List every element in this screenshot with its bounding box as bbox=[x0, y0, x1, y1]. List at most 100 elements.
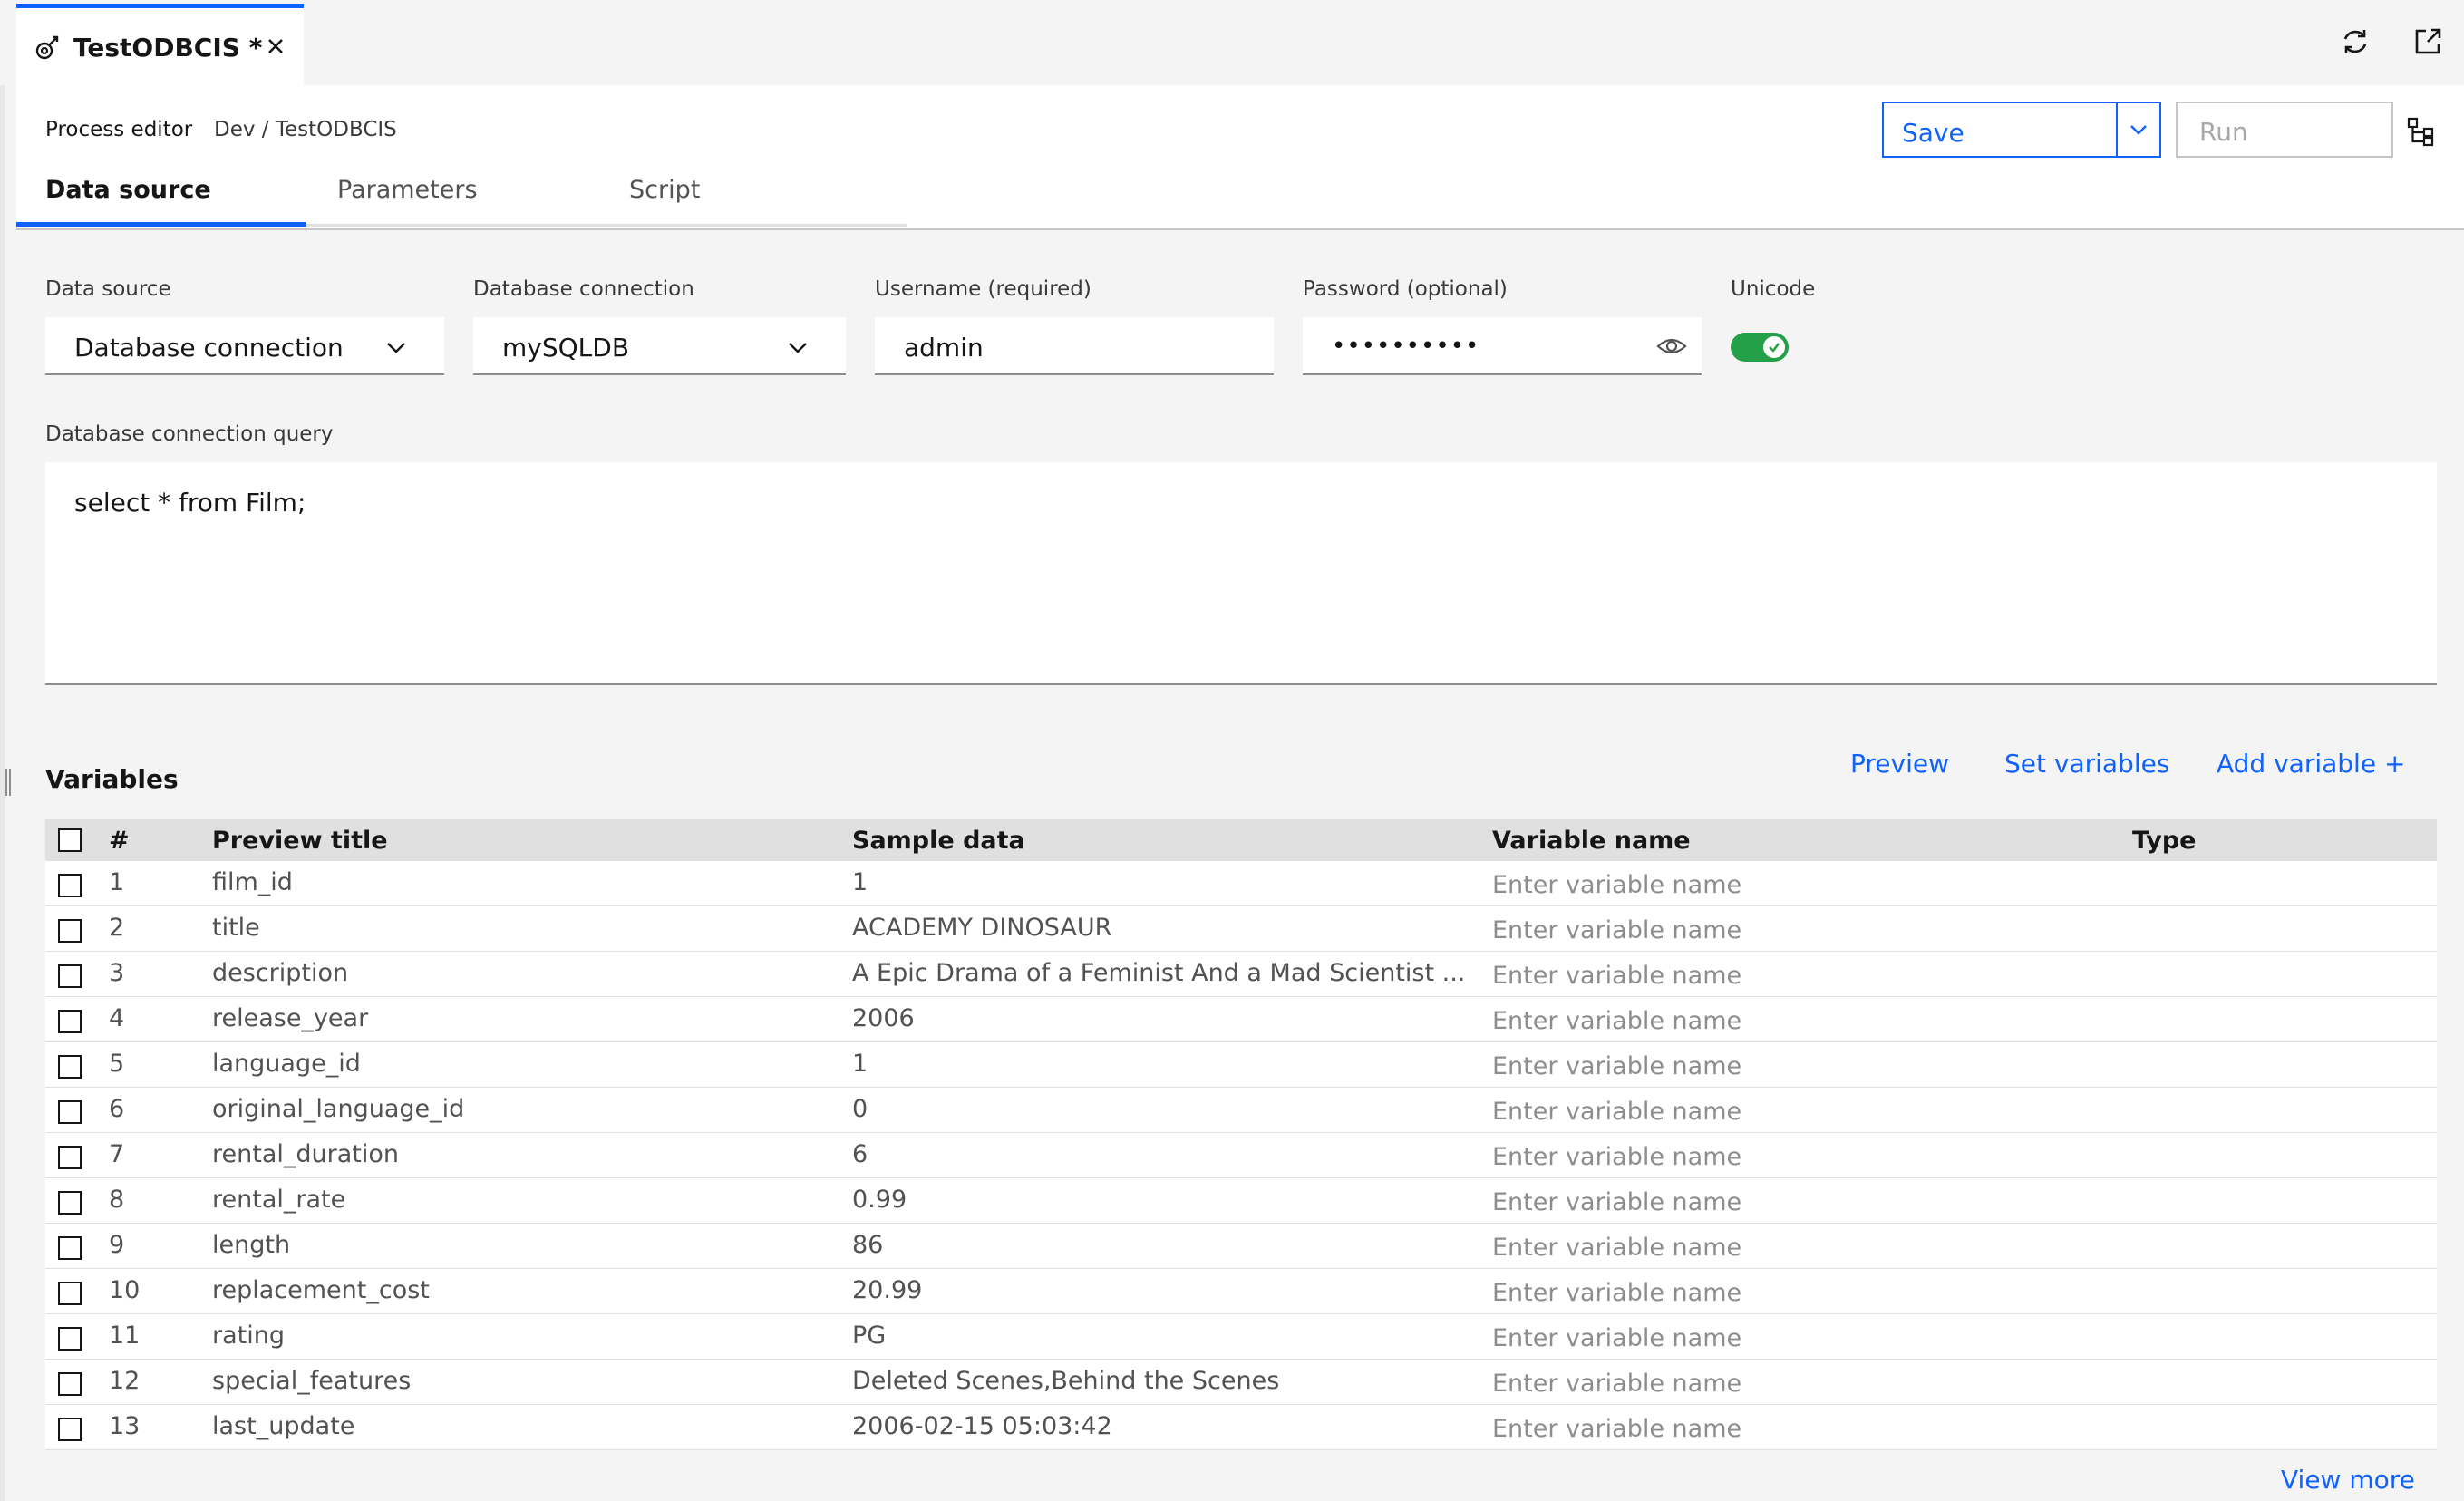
username-value: admin bbox=[904, 333, 984, 363]
tabs-divider bbox=[306, 224, 907, 227]
row-number: 3 bbox=[109, 959, 125, 987]
eye-icon[interactable] bbox=[1656, 333, 1687, 360]
unicode-toggle[interactable] bbox=[1731, 333, 1789, 362]
row-preview-title: film_id bbox=[212, 868, 293, 896]
query-label: Database connection query bbox=[45, 422, 334, 446]
table-row[interactable]: 5 language_id 1 Enter variable name bbox=[45, 1042, 2437, 1088]
tab-data-source-label[interactable]: Data source bbox=[45, 176, 211, 227]
row-number: 10 bbox=[109, 1276, 141, 1304]
active-tab-indicator bbox=[16, 222, 306, 227]
row-preview-title: rental_rate bbox=[212, 1186, 346, 1214]
row-sample-data: 2006 bbox=[852, 1004, 915, 1032]
row-checkbox[interactable] bbox=[58, 1055, 82, 1079]
row-sample-data: A Epic Drama of a Feminist And a Mad Sci… bbox=[852, 959, 1466, 987]
variable-name-input[interactable]: Enter variable name bbox=[1492, 916, 1741, 944]
variable-name-input[interactable]: Enter variable name bbox=[1492, 1279, 1741, 1307]
variable-name-input[interactable]: Enter variable name bbox=[1492, 1234, 1741, 1262]
variables-table: # Preview title Sample data Variable nam… bbox=[45, 819, 2437, 1450]
variable-name-input[interactable]: Enter variable name bbox=[1492, 962, 1741, 990]
table-row[interactable]: 10 replacement_cost 20.99 Enter variable na… bbox=[45, 1269, 2437, 1314]
chevron-down-icon[interactable] bbox=[2127, 118, 2150, 141]
panel-splitter-handle[interactable] bbox=[5, 769, 11, 796]
row-checkbox[interactable] bbox=[58, 1418, 82, 1441]
row-checkbox[interactable] bbox=[58, 1191, 82, 1215]
row-sample-data: 0 bbox=[852, 1095, 868, 1123]
query-textarea[interactable]: select * from Film; bbox=[45, 462, 2437, 685]
table-row[interactable]: 11 rating PG Enter variable name bbox=[45, 1314, 2437, 1360]
variable-name-input[interactable]: Enter variable name bbox=[1492, 1324, 1741, 1352]
left-edge-bar bbox=[0, 85, 5, 1501]
table-row[interactable]: 9 length 86 Enter variable name bbox=[45, 1224, 2437, 1269]
tab-strip: TestODBCIS * bbox=[0, 0, 2464, 85]
row-checkbox[interactable] bbox=[58, 1327, 82, 1351]
col-variable-name[interactable]: Variable name bbox=[1492, 827, 1691, 855]
row-number: 4 bbox=[109, 1004, 125, 1032]
table-row[interactable]: 12 special_features Deleted Scenes,Behind … bbox=[45, 1360, 2437, 1405]
save-split-divider bbox=[2116, 103, 2118, 156]
db-connection-select[interactable]: mySQLDB bbox=[473, 317, 846, 375]
row-preview-title: title bbox=[212, 914, 260, 942]
row-number: 2 bbox=[109, 914, 125, 942]
table-row[interactable]: 7 rental_duration 6 Enter variable name bbox=[45, 1133, 2437, 1178]
add-variable-link[interactable]: Add variable + bbox=[2217, 749, 2405, 779]
row-preview-title: rental_duration bbox=[212, 1140, 399, 1168]
data-source-label: Data source bbox=[45, 277, 171, 301]
set-variables-link[interactable]: Set variables bbox=[2004, 749, 2169, 779]
row-preview-title: special_features bbox=[212, 1367, 412, 1395]
row-sample-data: 86 bbox=[852, 1231, 884, 1259]
table-row[interactable]: 6 original_language_id 0 Enter variable nam… bbox=[45, 1088, 2437, 1133]
variable-name-input[interactable]: Enter variable name bbox=[1492, 871, 1741, 899]
row-number: 6 bbox=[109, 1095, 125, 1123]
tab-parameters[interactable]: Parameters bbox=[337, 176, 478, 227]
row-checkbox[interactable] bbox=[58, 1372, 82, 1396]
tab-script[interactable]: Script bbox=[629, 176, 700, 227]
save-button[interactable]: Save bbox=[1882, 102, 2161, 158]
table-row[interactable]: 13 last_update 2006-02-15 05:03:42 Enter va… bbox=[45, 1405, 2437, 1450]
table-row[interactable]: 2 title ACADEMY DINOSAUR Enter variable nam… bbox=[45, 906, 2437, 952]
col-preview-title[interactable]: Preview title bbox=[212, 827, 388, 855]
variable-name-input[interactable]: Enter variable name bbox=[1492, 1143, 1741, 1171]
table-row[interactable]: 8 rental_rate 0.99 Enter variable name bbox=[45, 1178, 2437, 1224]
row-checkbox[interactable] bbox=[58, 1236, 82, 1260]
data-source-select[interactable]: Database connection bbox=[45, 317, 444, 375]
col-type[interactable]: Type bbox=[2132, 827, 2196, 855]
run-button-label: Run bbox=[2199, 117, 2248, 147]
select-all-checkbox[interactable] bbox=[58, 828, 82, 852]
password-input[interactable]: •••••••••• bbox=[1303, 317, 1702, 375]
variable-name-input[interactable]: Enter variable name bbox=[1492, 1370, 1741, 1398]
open-external-icon[interactable] bbox=[2410, 24, 2446, 60]
row-checkbox[interactable] bbox=[58, 964, 82, 988]
breadcrumb[interactable]: Dev / TestODBCIS bbox=[214, 118, 397, 141]
db-connection-value: mySQLDB bbox=[502, 333, 630, 363]
col-sample-data[interactable]: Sample data bbox=[852, 827, 1025, 855]
row-sample-data: 2006-02-15 05:03:42 bbox=[852, 1412, 1112, 1440]
process-icon bbox=[35, 35, 59, 60]
tree-view-icon[interactable] bbox=[2406, 116, 2437, 147]
variable-name-input[interactable]: Enter variable name bbox=[1492, 1052, 1741, 1080]
row-checkbox[interactable] bbox=[58, 919, 82, 943]
username-input[interactable]: admin bbox=[875, 317, 1274, 375]
variable-name-input[interactable]: Enter variable name bbox=[1492, 1415, 1741, 1443]
row-sample-data: Deleted Scenes,Behind the Scenes bbox=[852, 1367, 1280, 1395]
file-tab[interactable]: TestODBCIS * bbox=[16, 4, 304, 85]
variable-name-input[interactable]: Enter variable name bbox=[1492, 1007, 1741, 1035]
table-row[interactable]: 1 film_id 1 Enter variable name bbox=[45, 861, 2437, 906]
row-checkbox[interactable] bbox=[58, 1100, 82, 1124]
chevron-down-icon bbox=[387, 343, 405, 353]
table-row[interactable]: 3 description A Epic Drama of a Feminist A… bbox=[45, 952, 2437, 997]
row-checkbox[interactable] bbox=[58, 1282, 82, 1305]
table-row[interactable]: 4 release_year 2006 Enter variable name bbox=[45, 997, 2437, 1042]
close-icon[interactable] bbox=[263, 34, 288, 59]
row-checkbox[interactable] bbox=[58, 874, 82, 897]
row-preview-title: release_year bbox=[212, 1004, 369, 1032]
row-number: 8 bbox=[109, 1186, 125, 1214]
run-button[interactable]: Run bbox=[2176, 102, 2393, 158]
row-checkbox[interactable] bbox=[58, 1010, 82, 1033]
view-more-link[interactable]: View more bbox=[2281, 1465, 2415, 1495]
preview-link[interactable]: Preview bbox=[1850, 749, 1949, 779]
refresh-icon[interactable] bbox=[2337, 24, 2373, 60]
data-source-value: Database connection bbox=[74, 333, 344, 363]
row-checkbox[interactable] bbox=[58, 1146, 82, 1169]
variable-name-input[interactable]: Enter variable name bbox=[1492, 1098, 1741, 1126]
variable-name-input[interactable]: Enter variable name bbox=[1492, 1188, 1741, 1216]
